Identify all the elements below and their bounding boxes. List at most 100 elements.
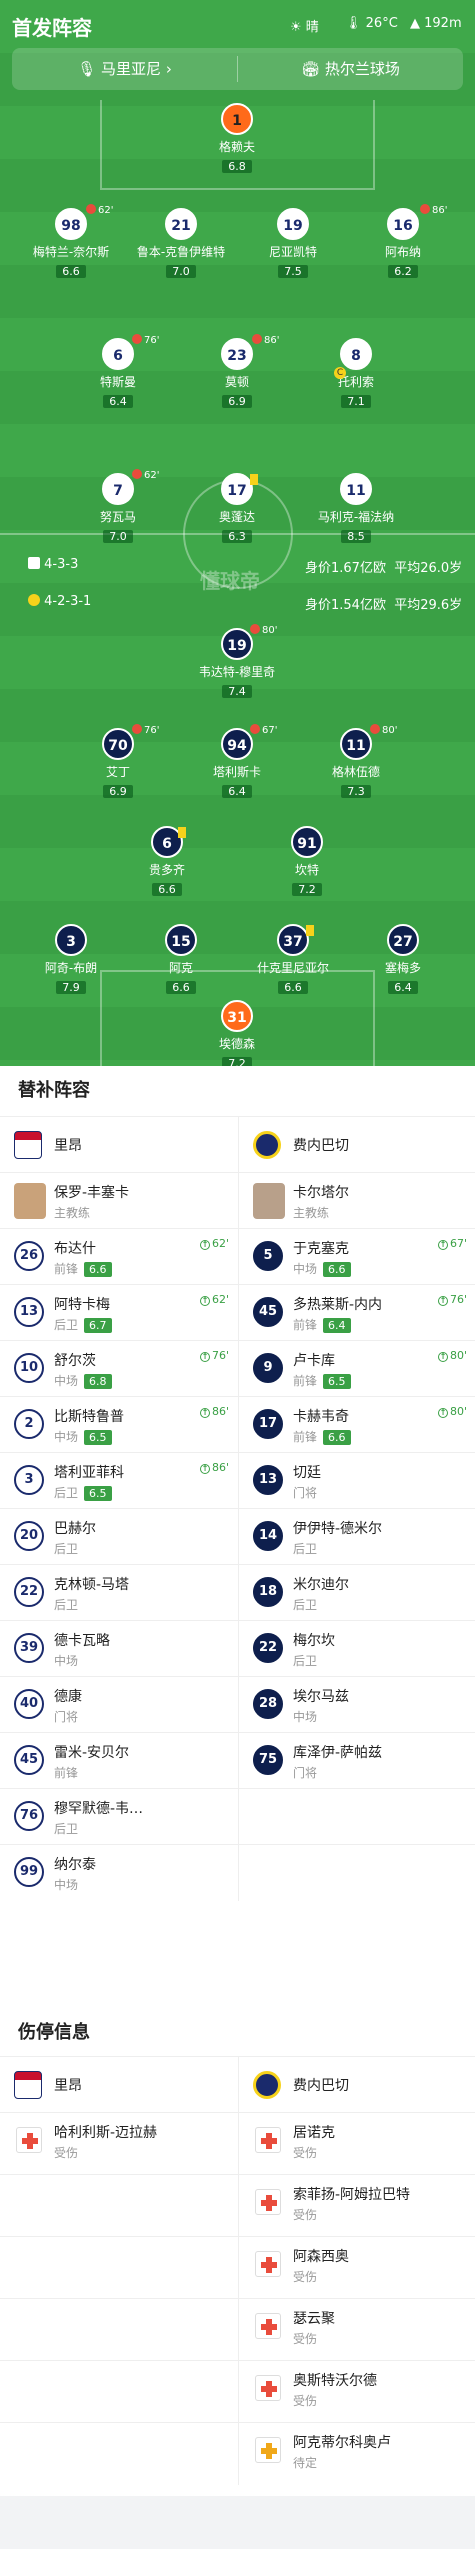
team-home: 里昂 xyxy=(0,1117,237,1173)
jersey-number: 14 xyxy=(253,1521,283,1551)
injured-player-away[interactable]: 奥斯特沃尔德 受伤 xyxy=(238,2361,475,2423)
team-name: 费内巴切 xyxy=(293,1138,349,1154)
jersey-number: 13 xyxy=(14,1297,44,1327)
fenerbahce-logo-icon xyxy=(253,2071,281,2099)
sub-player-away[interactable]: 18 米尔迪尔 后卫 xyxy=(238,1565,475,1621)
sub-indicator: 62' xyxy=(132,469,159,481)
jersey-number: 3 xyxy=(55,924,87,956)
player-home-11[interactable]: 11 马利克-福法纳 8.5 xyxy=(301,473,411,544)
player-away-2[interactable]: 70 艾丁 6.9 xyxy=(63,728,173,799)
player-home-2[interactable]: 98 梅特兰-奈尔斯 6.6 xyxy=(16,208,126,279)
player-away-10[interactable]: 27 塞梅多 6.4 xyxy=(348,924,458,995)
player-name: 梅尔坎 xyxy=(293,1633,335,1649)
player-name: 瑟云聚 xyxy=(293,2311,335,2327)
sub-player-home[interactable]: 20 巴赫尔 后卫 xyxy=(0,1509,237,1565)
player-home-6[interactable]: 6 特斯曼 6.4 xyxy=(63,338,173,409)
coach-avatar xyxy=(14,1183,46,1219)
sub-player-home[interactable]: 13 阿特卡梅 后卫 6.7 ↑ 62' xyxy=(0,1285,237,1341)
sub-player-away[interactable]: 45 多热莱斯-内内 前锋 6.4 ↑ 76' xyxy=(238,1285,475,1341)
injured-player-away[interactable]: 索菲扬-阿姆拉巴特 受伤 xyxy=(238,2175,475,2237)
jersey-number: 37 xyxy=(277,924,309,956)
sub-player-away xyxy=(238,1789,475,1845)
player-home-10[interactable]: 17 奥蓬达 6.3 xyxy=(182,473,292,544)
player-away-5[interactable]: 6 贵多齐 6.6 xyxy=(112,826,222,897)
sub-on-indicator: ↑ 80' xyxy=(437,1349,467,1362)
sub-player-away[interactable]: 17 卡赫韦奇 前锋 6.6 ↑ 80' xyxy=(238,1397,475,1453)
player-home-5[interactable]: 16 阿布纳 6.2 xyxy=(348,208,458,279)
sub-player-away[interactable]: 75 库泽伊-萨帕兹 门将 xyxy=(238,1733,475,1789)
injured-player-home[interactable]: 哈利利斯-迈拉赫 受伤 xyxy=(0,2113,237,2175)
player-name: 多热莱斯-内内 xyxy=(293,1297,383,1313)
sub-indicator: 62' xyxy=(86,204,113,216)
stadium-name: 热尔兰球场 xyxy=(324,60,400,78)
player-home-7[interactable]: 23 莫顿 6.9 xyxy=(182,338,292,409)
player-name: 什克里尼亚尔 xyxy=(256,961,329,975)
player-position: 后卫 xyxy=(54,1542,79,1556)
sub-player-away[interactable]: 14 伊伊特-德米尔 后卫 xyxy=(238,1509,475,1565)
sub-player-away[interactable]: 28 埃尔马兹 中场 xyxy=(238,1677,475,1733)
player-away-6[interactable]: 91 坎特 7.2 xyxy=(252,826,362,897)
jersey-number: 26 xyxy=(14,1241,44,1271)
sub-player-home[interactable]: 76 穆罕默德-韦… 后卫 xyxy=(0,1789,237,1845)
sub-player-away[interactable]: 9 卢卡库 前锋 6.5 ↑ 80' xyxy=(238,1341,475,1397)
injured-player-away[interactable]: 居诺克 受伤 xyxy=(238,2113,475,2175)
player-name: 阿布纳 xyxy=(384,245,421,259)
sub-indicator: 80' xyxy=(250,624,277,636)
player-home-gk[interactable]: 1 格赖夫 6.8 xyxy=(182,103,292,174)
player-rating: 6.5 xyxy=(84,1486,112,1501)
coach-away[interactable]: 卡尔塔尔 主教练 xyxy=(238,1173,475,1229)
player-name: 特斯曼 xyxy=(99,375,136,389)
player-away-gk[interactable]: 31 埃德森 7.2 xyxy=(182,1000,292,1071)
player-away-3[interactable]: 94 塔利斯卡 6.4 xyxy=(182,728,292,799)
player-name: 托利索 xyxy=(337,375,374,389)
player-away-4[interactable]: 11 格林伍德 7.3 xyxy=(301,728,411,799)
jersey-number: 22 xyxy=(14,1577,44,1607)
referee-link[interactable]: 🎙 马里亚尼 › xyxy=(12,48,237,90)
coach-home[interactable]: 保罗-丰塞卡 主教练 xyxy=(0,1173,237,1229)
sub-player-away[interactable]: 13 切廷 门将 xyxy=(238,1453,475,1509)
sub-row: 22 克林顿-马塔 后卫 18 米尔迪尔 后卫 xyxy=(0,1564,475,1621)
injured-player-away[interactable]: 阿森西奥 受伤 xyxy=(238,2237,475,2299)
sub-player-home[interactable]: 22 克林顿-马塔 后卫 xyxy=(0,1565,237,1621)
sub-player-away[interactable]: 22 梅尔坎 后卫 xyxy=(238,1621,475,1677)
injured-player-away[interactable]: 瑟云聚 受伤 xyxy=(238,2299,475,2361)
sub-player-home[interactable]: 26 布达什 前锋 6.6 ↑ 62' xyxy=(0,1229,237,1285)
player-name: 努瓦马 xyxy=(99,510,136,524)
jersey-number: 39 xyxy=(14,1633,44,1663)
sub-player-home[interactable]: 45 雷米-安贝尔 前锋 xyxy=(0,1733,237,1789)
injury-row: 索菲扬-阿姆拉巴特 受伤 xyxy=(0,2174,475,2237)
section-title: 替补阵容 xyxy=(18,1080,90,1101)
sub-player-home[interactable]: 3 塔利亚菲科 后卫 6.5 ↑ 86' xyxy=(0,1453,237,1509)
player-home-8[interactable]: 8 托利索 7.1 xyxy=(301,338,411,409)
sub-player-home[interactable]: 40 德康 门将 xyxy=(0,1677,237,1733)
injured-player-away[interactable]: 阿克蒂尔科奥卢 待定 xyxy=(238,2423,475,2485)
sub-player-away[interactable]: 5 于克塞克 中场 6.6 ↑ 67' xyxy=(238,1229,475,1285)
sub-player-home[interactable]: 99 纳尔泰 中场 xyxy=(0,1845,237,1901)
player-home-3[interactable]: 21 鲁本-克鲁伊维特 7.0 xyxy=(126,208,236,279)
player-away-8[interactable]: 15 阿克 6.6 xyxy=(126,924,236,995)
jersey-number: 40 xyxy=(14,1689,44,1719)
referee-name: 马里亚尼 xyxy=(101,60,162,78)
player-rating: 6.3 xyxy=(222,530,252,543)
player-position: 前锋 xyxy=(54,1766,79,1780)
sub-player-home[interactable]: 2 比斯特鲁普 中场 6.5 ↑ 86' xyxy=(0,1397,237,1453)
player-position: 前锋 6.6 xyxy=(54,1260,112,1277)
player-rating: 7.9 xyxy=(56,981,86,994)
player-away-1[interactable]: 19 韦达特-穆里奇 7.4 xyxy=(182,628,292,699)
sub-player-home[interactable]: 10 舒尔茨 中场 6.8 ↑ 76' xyxy=(0,1341,237,1397)
sub-player-home[interactable]: 39 德卡瓦略 中场 xyxy=(0,1621,237,1677)
player-away-9[interactable]: 37 什克里尼亚尔 6.6 xyxy=(238,924,348,995)
sub-row: 45 雷米-安贝尔 前锋 75 库泽伊-萨帕兹 门将 xyxy=(0,1732,475,1789)
player-home-4[interactable]: 19 尼亚凯特 7.5 xyxy=(238,208,348,279)
jersey-number: 11 xyxy=(340,473,372,505)
injury-row: 哈利利斯-迈拉赫 受伤 居诺克 受伤 xyxy=(0,2112,475,2175)
player-away-7[interactable]: 3 阿奇-布朗 7.9 xyxy=(16,924,126,995)
player-home-9[interactable]: 7 努瓦马 7.0 xyxy=(63,473,173,544)
coach-role: 主教练 xyxy=(293,1206,330,1220)
player-rating: 6.6 xyxy=(84,1262,112,1277)
sub-off-icon xyxy=(370,724,380,734)
jersey-number: 2 xyxy=(14,1409,44,1439)
player-position: 门将 xyxy=(293,1766,318,1780)
jersey-number: 28 xyxy=(253,1689,283,1719)
sub-indicator: 76' xyxy=(132,334,159,346)
